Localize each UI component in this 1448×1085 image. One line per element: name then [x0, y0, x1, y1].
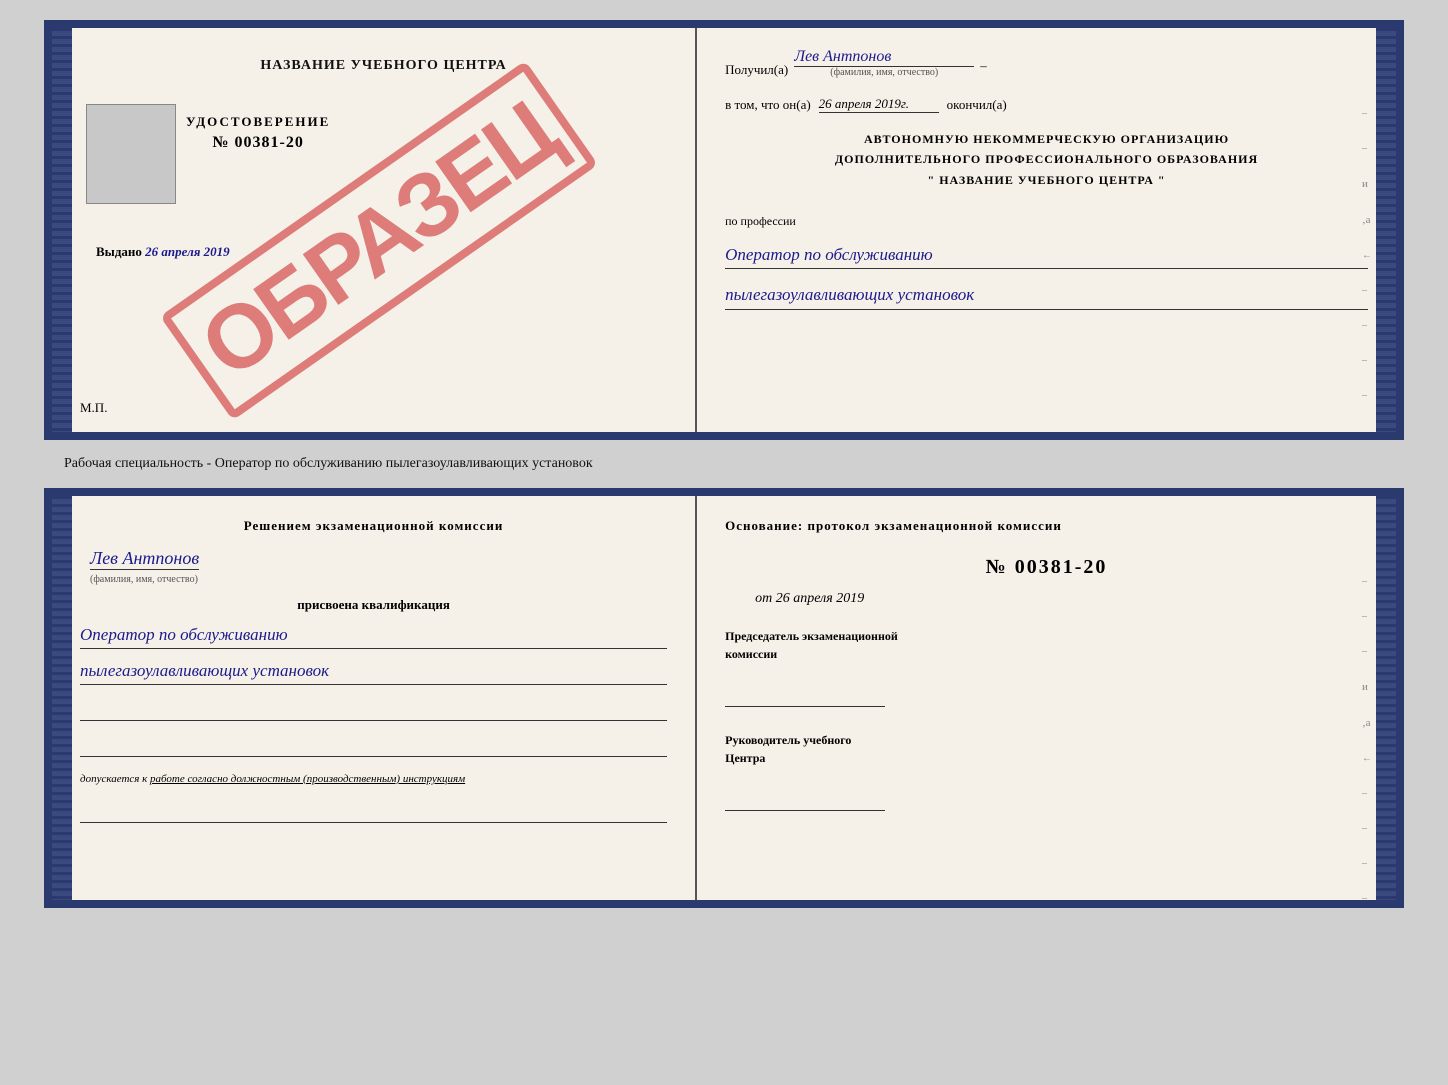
fio-label-top: (фамилия, имя, отчество) — [830, 67, 938, 78]
between-text: Рабочая специальность - Оператор по обсл… — [64, 456, 593, 472]
blank-line2 — [80, 737, 667, 757]
bottom-right-panel: Основание: протокол экзаменационной коми… — [697, 496, 1396, 900]
assigned-label: присвоена квалификация — [80, 597, 667, 613]
qualification-line2: пылегазоулавливающих установок — [80, 657, 667, 685]
fio-label-bottom: (фамилия, имя, отчество) — [90, 574, 198, 585]
photo-placeholder — [86, 104, 176, 204]
profession-label: по профессии — [725, 214, 1368, 229]
head-line2: Центра — [725, 749, 1368, 767]
issued-prefix: Выдано — [96, 244, 142, 259]
org-quote-close: " — [1158, 173, 1166, 187]
admission-value: работе согласно должностным (производств… — [150, 773, 465, 785]
person-block: Лев Антпонов (фамилия, имя, отчество) — [90, 544, 667, 585]
top-right-panel: Получил(а) Лев Антпонов (фамилия, имя, о… — [697, 28, 1396, 432]
admission-prefix: допускается к — [80, 773, 147, 785]
finished-label: окончил(а) — [947, 97, 1007, 113]
person-name: Лев Антпонов — [90, 548, 199, 570]
date-prefix: от — [755, 591, 772, 606]
head-label: Руководитель учебного Центра — [725, 731, 1368, 767]
mp-label: М.П. — [80, 400, 107, 416]
admission-text: допускается к работе согласно должностны… — [80, 771, 667, 788]
proto-number: № 00381-20 — [725, 556, 1368, 579]
cert-date: 26 апреля 2019г. — [819, 96, 939, 113]
right-marks-bottom: – – – и ‚а ← – – – – — [1362, 576, 1372, 904]
school-title-top: НАЗВАНИЕ УЧЕБНОГО ЦЕНТРА — [86, 58, 681, 74]
cert-block: УДОСТОВЕРЕНИЕ № 00381-20 — [186, 114, 330, 152]
bottom-left-panel: Решением экзаменационной комиссии Лев Ан… — [52, 496, 697, 900]
cert-number: № 00381-20 — [212, 134, 303, 152]
cert-label: УДОСТОВЕРЕНИЕ — [186, 114, 330, 130]
received-row: Получил(а) Лев Антпонов (фамилия, имя, о… — [725, 48, 1368, 78]
received-prefix: Получил(а) — [725, 62, 788, 78]
proto-date-value: 26 апреля 2019 — [776, 591, 864, 606]
profession-value1: Оператор по обслуживанию — [725, 241, 1368, 269]
org-name-line: " НАЗВАНИЕ УЧЕБНОГО ЦЕНТРА " — [725, 170, 1368, 190]
spine-right — [1376, 28, 1396, 432]
blank-line3 — [80, 803, 667, 823]
blank-line1 — [80, 701, 667, 721]
top-left-panel: НАЗВАНИЕ УЧЕБНОГО ЦЕНТРА УДОСТОВЕРЕНИЕ №… — [52, 28, 697, 432]
in-that-prefix: в том, что он(а) — [725, 97, 811, 113]
qualification-line1: Оператор по обслуживанию — [80, 621, 667, 649]
org-block: АВТОНОМНУЮ НЕКОММЕРЧЕСКУЮ ОРГАНИЗАЦИЮ ДО… — [725, 129, 1368, 190]
chairman-line2: комиссии — [725, 645, 1368, 663]
chairman-sig-line — [725, 687, 885, 707]
org-line2: ДОПОЛНИТЕЛЬНОГО ПРОФЕССИОНАЛЬНОГО ОБРАЗО… — [725, 149, 1368, 169]
right-marks: – – и ‚а ← – – – – — [1362, 108, 1372, 401]
top-document: НАЗВАНИЕ УЧЕБНОГО ЦЕНТРА УДОСТОВЕРЕНИЕ №… — [44, 20, 1404, 440]
proto-date: от 26 апреля 2019 — [755, 591, 1368, 607]
bottom-document: Решением экзаменационной комиссии Лев Ан… — [44, 488, 1404, 908]
decision-text: Решением экзаменационной комиссии — [80, 516, 667, 536]
org-name: НАЗВАНИЕ УЧЕБНОГО ЦЕНТРА — [939, 173, 1154, 187]
received-name: Лев Антпонов — [794, 48, 974, 67]
chairman-line1: Председатель экзаменационной — [725, 627, 1368, 645]
in-that-row: в том, что он(а) 26 апреля 2019г. окончи… — [725, 96, 1368, 113]
issued-date: 26 апреля 2019 — [145, 244, 230, 259]
head-line1: Руководитель учебного — [725, 731, 1368, 749]
profession-value2: пылегазоулавливающих установок — [725, 281, 1368, 309]
org-line1: АВТОНОМНУЮ НЕКОММЕРЧЕСКУЮ ОРГАНИЗАЦИЮ — [725, 129, 1368, 149]
chairman-label: Председатель экзаменационной комиссии — [725, 627, 1368, 663]
issued-line: Выдано 26 апреля 2019 — [96, 244, 230, 260]
head-sig-line — [725, 791, 885, 811]
osnov-text: Основание: протокол экзаменационной коми… — [725, 516, 1368, 536]
spine-right-bottom — [1376, 496, 1396, 900]
org-quote-open: " — [928, 173, 936, 187]
